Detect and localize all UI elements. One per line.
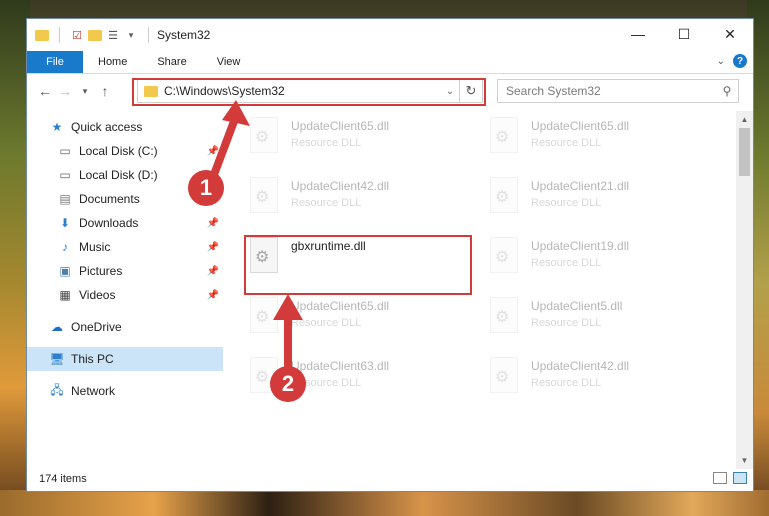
step-1-badge: 1: [188, 170, 224, 206]
arrow-1-shaft: [208, 114, 240, 182]
arrow-1-head: [222, 100, 250, 126]
annotation-arrows: [208, 100, 303, 368]
step-2-badge: 2: [270, 366, 306, 402]
arrow-2-head: [273, 294, 303, 320]
